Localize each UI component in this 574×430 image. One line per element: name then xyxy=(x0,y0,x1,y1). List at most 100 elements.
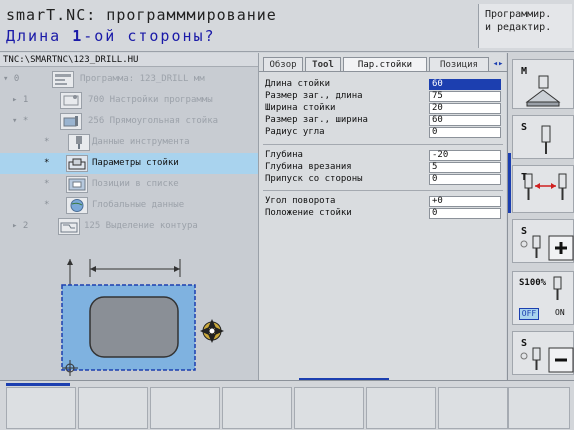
tree-item-global-data[interactable]: * Глобальные данные xyxy=(0,195,258,216)
tree-expander[interactable]: ▸ 2 xyxy=(12,221,28,231)
field-corner-radius: Радиус угла 0 xyxy=(263,127,503,138)
prompt-number: 1 xyxy=(72,27,84,45)
tree-item-label: 256 Прямоугольная стойка xyxy=(88,116,219,126)
tab-position[interactable]: Позиция xyxy=(429,57,489,72)
field-label: Размер заг., ширина xyxy=(265,115,368,125)
field-rotation-angle: Угол поворота +0 xyxy=(263,196,503,207)
corner-radius-input[interactable]: 0 xyxy=(429,127,501,138)
machine-table-icon xyxy=(525,75,561,107)
tab-tool[interactable]: Tool xyxy=(305,57,341,72)
group-separator xyxy=(263,190,503,191)
blank-width-input[interactable]: 60 xyxy=(429,115,501,126)
spindle-stop-button[interactable]: S xyxy=(512,331,574,375)
tool-change-icon xyxy=(524,173,567,200)
form-panel: Обзор Tool Пар.стойки Позиция ◂▸ Длина с… xyxy=(258,53,507,380)
side-scrollbar[interactable] xyxy=(508,153,511,213)
stud-parameters-icon xyxy=(66,155,88,172)
field-stud-position: Положение стойки 0 xyxy=(263,208,503,219)
rect-stud-icon xyxy=(60,113,82,130)
tree-item-stud-parameters[interactable]: * Параметры стойки xyxy=(0,153,258,174)
contour-icon xyxy=(58,218,80,235)
rotation-angle-input[interactable]: +0 xyxy=(429,196,501,207)
prompt-suffix: -ой стороны? xyxy=(83,27,216,45)
tree-item-label: Данные инструмента xyxy=(92,137,190,147)
program-tree: ▾ 0 Программа: 123_DRILL мм ▸ 1 700 Наст… xyxy=(0,69,258,239)
tab-overview[interactable]: Обзор xyxy=(263,57,303,72)
tree-item-program[interactable]: ▾ 0 Программа: 123_DRILL мм xyxy=(0,69,258,90)
positions-icon xyxy=(66,176,88,193)
tree-item-positions[interactable]: * Позиции в списке xyxy=(0,174,258,195)
tree-expander[interactable]: ▾ * xyxy=(12,116,28,126)
on-toggle[interactable]: ON xyxy=(555,308,565,317)
file-path: TNC:\SMARTNC\123_DRILL.HU xyxy=(0,53,258,67)
mode-line2: и редактир. xyxy=(485,22,552,33)
group-separator xyxy=(263,144,503,145)
tree-item-tool-data[interactable]: * Данные инструмента xyxy=(0,132,258,153)
field-blank-length: Размер заг., длина 75 xyxy=(263,91,503,102)
softkey-1[interactable] xyxy=(6,387,76,429)
tab-stud-parameters[interactable]: Пар.стойки xyxy=(343,57,427,72)
field-label: Припуск со стороны xyxy=(265,174,363,184)
blank-length-input[interactable]: 75 xyxy=(429,91,501,102)
tree-item-label: Программа: 123_DRILL мм xyxy=(80,74,205,84)
s-label: S xyxy=(521,122,528,133)
tree-item-label: Параметры стойки xyxy=(92,158,179,168)
tree-expander[interactable]: ▸ 1 xyxy=(12,95,28,105)
plunge-depth-input[interactable]: 5 xyxy=(429,162,501,173)
tree-item-rect-stud[interactable]: ▾ * 256 Прямоугольная стойка xyxy=(0,111,258,132)
field-label: Положение стойки xyxy=(265,208,352,218)
softkey-8[interactable] xyxy=(508,387,570,429)
tool-icon xyxy=(68,134,90,151)
field-stud-length: Длина стойки 60 xyxy=(263,79,503,90)
off-toggle[interactable]: OFF xyxy=(519,308,539,320)
tree-item-label: 125 Выделение контура xyxy=(84,221,198,231)
program-icon xyxy=(52,71,74,88)
field-label: Размер заг., длина xyxy=(265,91,363,101)
tree-item-contour[interactable]: ▸ 2 125 Выделение контура xyxy=(0,216,258,237)
field-depth: Глубина -20 xyxy=(263,150,503,161)
field-label: Радиус угла xyxy=(265,127,325,137)
prompt-prefix: Длина xyxy=(6,27,73,45)
field-label: Ширина стойки xyxy=(265,103,336,113)
side-allowance-input[interactable]: 0 xyxy=(429,174,501,185)
prompt-title: Длина 1-ой стороны? xyxy=(6,27,216,45)
stud-length-input[interactable]: 60 xyxy=(429,79,501,90)
depth-input[interactable]: -20 xyxy=(429,150,501,161)
field-plunge-depth: Глубина врезания 5 xyxy=(263,162,503,173)
softkey-6[interactable] xyxy=(366,387,436,429)
spindle-start-button[interactable]: S xyxy=(512,219,574,263)
tree-item-label: Глобальные данные xyxy=(92,200,185,210)
spindle-override-button[interactable]: S100% OFF ON xyxy=(512,271,574,325)
tree-bullet: * xyxy=(44,200,50,210)
tab-scroll-arrows[interactable]: ◂▸ xyxy=(491,57,505,72)
tree-item-program-settings[interactable]: ▸ 1 700 Настройки программы xyxy=(0,90,258,111)
settings-icon xyxy=(60,92,82,109)
tree-bullet: * xyxy=(44,137,50,147)
globe-icon xyxy=(66,197,88,214)
softkey-3[interactable] xyxy=(150,387,220,429)
mode-indicator: Программир. и редактир. xyxy=(478,4,572,48)
field-blank-width: Размер заг., ширина 60 xyxy=(263,115,503,126)
tree-bullet: * xyxy=(44,179,50,189)
spindle-icon xyxy=(541,125,551,154)
softkey-bar xyxy=(0,380,574,430)
spindle-minus-icon xyxy=(520,347,574,373)
field-label: Глубина xyxy=(265,150,303,160)
softkey-7[interactable] xyxy=(438,387,508,429)
stud-position-input[interactable]: 0 xyxy=(429,208,501,219)
softkey-5[interactable] xyxy=(294,387,364,429)
tab-separator xyxy=(259,71,507,72)
softkey-4[interactable] xyxy=(222,387,292,429)
tree-expander[interactable]: ▾ 0 xyxy=(3,74,19,84)
t-tool-button[interactable]: T xyxy=(512,165,574,213)
m-function-button[interactable]: M xyxy=(512,59,574,109)
spindle-override-label: S100% xyxy=(519,278,547,288)
field-stud-width: Ширина стойки 20 xyxy=(263,103,503,114)
softkey-2[interactable] xyxy=(78,387,148,429)
stud-width-input[interactable]: 20 xyxy=(429,103,501,114)
program-tree-panel: TNC:\SMARTNC\123_DRILL.HU ▾ 0 Программа:… xyxy=(0,53,258,380)
s-spindle-button[interactable]: S xyxy=(512,115,574,159)
mode-line1: Программир. xyxy=(485,9,552,20)
field-label: Угол поворота xyxy=(265,196,336,206)
stud-preview xyxy=(0,255,258,380)
